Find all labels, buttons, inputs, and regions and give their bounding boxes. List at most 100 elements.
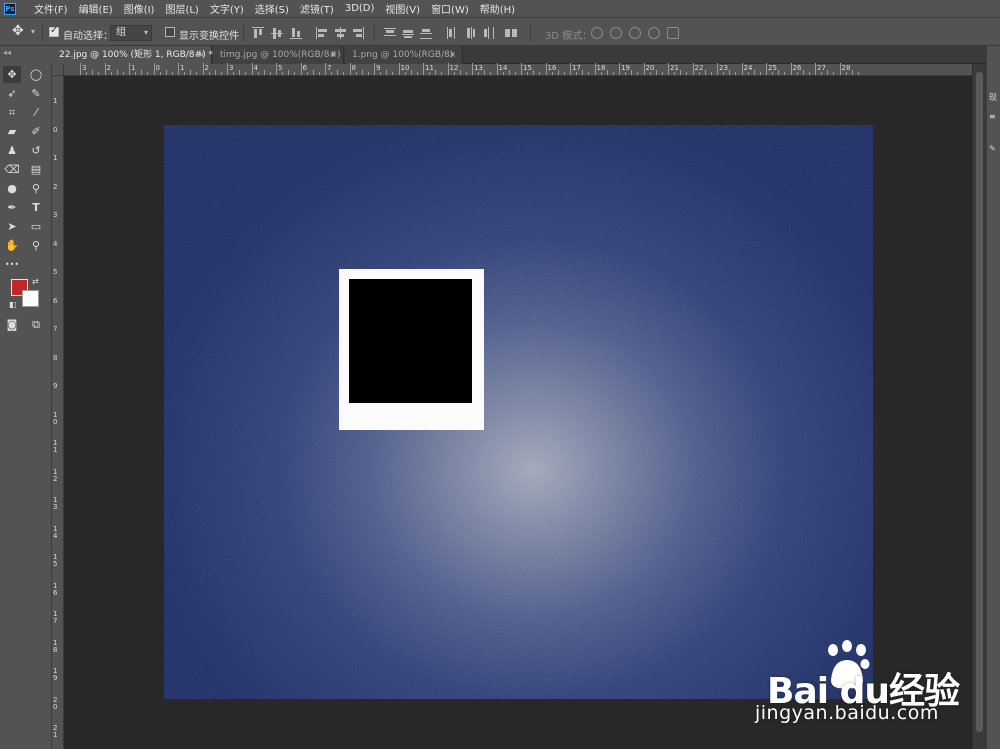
close-icon[interactable]: ×: [330, 46, 337, 64]
quick-mask-tool[interactable]: ◙: [3, 316, 21, 333]
collapse-icon[interactable]: ◂◂: [3, 48, 11, 57]
align-bottom-icon[interactable]: [290, 27, 302, 39]
panel-menu-icon[interactable]: ≡: [989, 112, 999, 121]
hand-tool[interactable]: ✋: [3, 237, 21, 254]
toolbar-collapse-strip[interactable]: ◂◂: [0, 46, 52, 64]
ruler-minor-tick: [533, 70, 535, 75]
menu-help[interactable]: 帮助(H): [480, 1, 515, 16]
ruler-minor-tick: [582, 70, 584, 75]
auto-align-icon[interactable]: [505, 27, 517, 39]
ruler-minor-tick: [392, 72, 394, 75]
ruler-minor-tick: [214, 70, 216, 75]
distribute-left-icon[interactable]: [446, 27, 458, 39]
eraser-tool[interactable]: ⌫: [3, 161, 21, 178]
distribute-vcenter-icon[interactable]: [402, 27, 414, 39]
ruler-tick: [545, 63, 547, 75]
brush-preset-icon[interactable]: ✎: [989, 144, 999, 153]
marquee-tool[interactable]: ◯: [27, 66, 45, 83]
more-tools[interactable]: •••: [3, 256, 21, 273]
chevron-down-icon[interactable]: ▾: [31, 27, 35, 36]
menu-3d[interactable]: 3D(D): [345, 3, 375, 14]
history-brush-tool[interactable]: ↺: [27, 142, 45, 159]
distribute-hcenter-icon[interactable]: [464, 27, 476, 39]
tab-22-jpg[interactable]: 22.jpg @ 100% (矩形 1, RGB/8#) * ×: [52, 46, 213, 64]
brush-tool[interactable]: ✐: [27, 123, 45, 140]
vertical-scrollbar[interactable]: [972, 64, 986, 749]
move-tool-preset-icon[interactable]: ✥: [12, 23, 24, 39]
close-icon[interactable]: ×: [198, 46, 205, 64]
menu-type[interactable]: 文字(Y): [210, 1, 244, 16]
align-vcenter-icon[interactable]: [271, 27, 283, 39]
ruler-tick: [594, 63, 596, 75]
rectangle-tool[interactable]: ▭: [27, 218, 45, 235]
gradient-tool[interactable]: ▤: [27, 161, 45, 178]
3d-scale-icon[interactable]: [667, 27, 679, 39]
crop-tool[interactable]: ⌗: [3, 104, 21, 121]
3d-pan-icon[interactable]: [629, 27, 641, 39]
menu-image[interactable]: 图像(I): [124, 1, 155, 16]
align-left-icon[interactable]: [316, 27, 328, 39]
panel-tab-label[interactable]: 现: [989, 92, 999, 103]
align-right-icon[interactable]: [352, 27, 364, 39]
distribute-top-icon[interactable]: [384, 27, 396, 39]
menu-view[interactable]: 视图(V): [385, 1, 420, 16]
path-select-tool[interactable]: ➤: [3, 218, 21, 235]
blur-tool[interactable]: ●: [3, 180, 21, 197]
auto-select-checkbox[interactable]: [49, 25, 59, 37]
auto-select-target-dropdown[interactable]: 组 ▾: [110, 25, 152, 41]
menu-layer[interactable]: 图层(L): [165, 1, 198, 16]
type-tool[interactable]: T: [27, 199, 45, 216]
tab-1-png[interactable]: 1.png @ 100%(RGB/8) ×: [345, 46, 463, 64]
photo-placeholder-rectangle[interactable]: [349, 279, 472, 403]
lasso-tool[interactable]: ➶: [3, 85, 21, 102]
distribute-right-icon[interactable]: [482, 27, 494, 39]
scrollbar-thumb[interactable]: [976, 72, 983, 732]
distribute-bottom-icon[interactable]: [420, 27, 432, 39]
crop-icon: ⌗: [8, 106, 16, 119]
align-top-icon[interactable]: [252, 27, 264, 39]
default-colors-icon[interactable]: ◧: [9, 300, 17, 309]
close-icon[interactable]: ×: [449, 46, 456, 64]
menu-edit[interactable]: 编辑(E): [79, 1, 113, 16]
history-brush-icon: ↺: [31, 144, 41, 157]
eyedropper-tool[interactable]: ⁄: [27, 104, 45, 121]
swap-colors-icon[interactable]: ⇄: [32, 277, 39, 286]
stamp-tool[interactable]: ♟: [3, 142, 21, 159]
ruler-tick-label: 8: [53, 353, 58, 362]
tab-timg-jpg[interactable]: timg.jpg @ 100%(RGB/8#) ×: [213, 46, 344, 64]
ruler-tick-label: 1 0: [53, 410, 58, 426]
3d-roll-icon[interactable]: [610, 27, 622, 39]
ruler-minor-tick: [245, 72, 247, 75]
3d-slide-icon[interactable]: [648, 27, 660, 39]
ruler-minor-tick: [686, 72, 688, 75]
polaroid-frame-layer[interactable]: [339, 269, 484, 430]
menu-file[interactable]: 文件(F): [34, 1, 68, 16]
menu-filter[interactable]: 滤镜(T): [300, 1, 334, 16]
ruler-tick-label: 28: [841, 64, 851, 72]
3d-orbit-icon[interactable]: [591, 27, 603, 39]
menu-window[interactable]: 窗口(W): [431, 1, 469, 16]
show-transform-checkbox[interactable]: [165, 27, 175, 37]
ruler-minor-tick: [98, 72, 100, 75]
background-color-swatch[interactable]: [22, 290, 39, 307]
zoom-tool[interactable]: ⚲: [27, 237, 45, 254]
ruler-minor-tick: [116, 70, 118, 75]
ruler-tick-label: 13: [474, 64, 483, 72]
ruler-minor-tick: [576, 72, 578, 75]
pen-tool[interactable]: ✒: [3, 199, 21, 216]
vertical-ruler[interactable]: 101234567891 01 11 21 31 41 51 61 71 81 …: [52, 76, 64, 749]
ruler-tick: [178, 63, 179, 75]
move-tool[interactable]: ✥: [3, 66, 21, 83]
document-canvas[interactable]: [164, 125, 873, 699]
screen-mode-tool[interactable]: ⧉: [27, 316, 45, 333]
ruler-tick: [447, 63, 449, 75]
healing-tool[interactable]: ▰: [3, 123, 21, 140]
menu-select[interactable]: 选择(S): [255, 1, 289, 16]
ruler-origin[interactable]: [52, 64, 64, 76]
horizontal-ruler[interactable]: 3 2 1 0 1 2 3 4 5 6 7 8 9 10 11 12 13 14 15 16 17 18 19 20 21 22 2…: [64, 63, 972, 76]
align-hcenter-icon[interactable]: [334, 27, 346, 39]
ruler-tick: [472, 63, 473, 75]
ruler-tick-label: 1 8: [53, 638, 58, 654]
dodge-tool[interactable]: ⚲: [27, 180, 45, 197]
quick-select-tool[interactable]: ✎: [27, 85, 45, 102]
